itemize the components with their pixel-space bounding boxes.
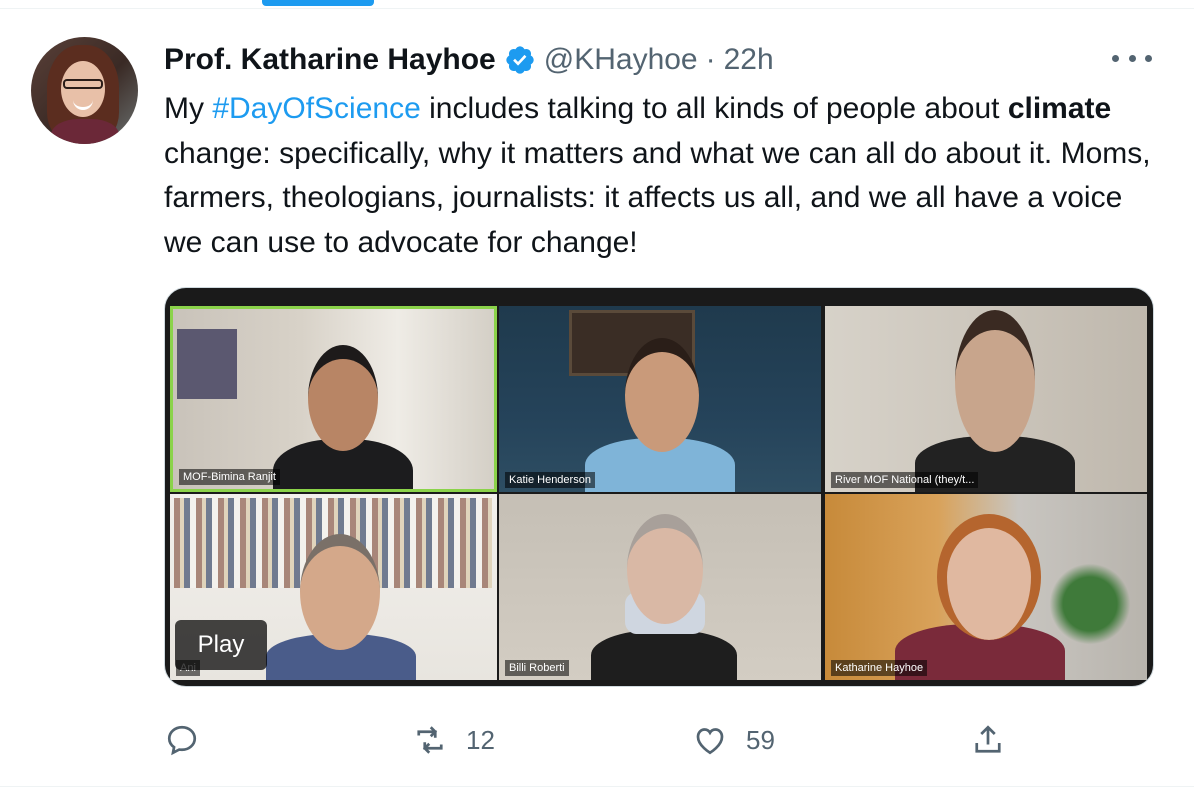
participant-head bbox=[937, 514, 1041, 640]
video-tile: Billi Roberti bbox=[499, 494, 821, 680]
more-options-icon[interactable] bbox=[1112, 44, 1152, 72]
participant-name: Katharine Hayhoe bbox=[831, 660, 928, 676]
participant-name: River MOF National (they/t... bbox=[831, 472, 979, 488]
like-icon bbox=[696, 728, 724, 755]
participant-head bbox=[625, 338, 699, 452]
participant-head bbox=[300, 534, 380, 650]
retweet-count: 12 bbox=[466, 724, 495, 755]
tweet-text-bold: climate bbox=[1007, 92, 1112, 125]
dot bbox=[1128, 54, 1136, 62]
avatar[interactable] bbox=[31, 37, 138, 144]
tweet-text: My #DayOfScience includes talking to all… bbox=[164, 87, 1164, 265]
display-name[interactable]: Prof. Katharine Hayhoe bbox=[164, 40, 496, 80]
wall-poster bbox=[177, 329, 237, 399]
active-tab-indicator bbox=[262, 0, 374, 6]
user-handle[interactable]: @KHayhoe bbox=[544, 40, 698, 80]
video-tile: Katie Henderson bbox=[499, 306, 821, 492]
tweet-timestamp[interactable]: 22h bbox=[724, 40, 774, 80]
participant-name: Billi Roberti bbox=[505, 660, 569, 676]
participant-body bbox=[591, 630, 737, 680]
tweet-text-part: My bbox=[164, 92, 213, 125]
like-button[interactable]: 59 bbox=[692, 716, 775, 764]
tweet-header: Prof. Katharine Hayhoe @KHayhoe · 22h bbox=[164, 40, 774, 80]
avatar-glasses bbox=[63, 79, 103, 89]
like-count: 59 bbox=[746, 724, 775, 755]
video-player[interactable]: MOF-Bimina Ranjit Katie Henderson River … bbox=[164, 287, 1154, 687]
retweet-icon bbox=[417, 726, 443, 754]
play-button[interactable]: Play bbox=[175, 620, 267, 670]
dot bbox=[1145, 54, 1152, 62]
plant bbox=[1045, 554, 1135, 654]
video-tile: MOF-Bimina Ranjit bbox=[170, 306, 497, 492]
participant-head bbox=[955, 310, 1035, 452]
header-separator: · bbox=[705, 43, 716, 76]
participant-name: MOF-Bimina Ranjit bbox=[179, 469, 280, 485]
tweet-actions: 12 59 bbox=[164, 716, 1024, 764]
reply-button[interactable] bbox=[164, 716, 200, 764]
dot bbox=[1112, 54, 1119, 62]
share-icon bbox=[975, 725, 1001, 753]
video-tile: Katharine Hayhoe bbox=[825, 494, 1147, 680]
participant-head bbox=[308, 345, 378, 451]
hashtag-link[interactable]: #DayOfScience bbox=[212, 92, 420, 125]
verified-badge-icon bbox=[504, 44, 536, 76]
video-tile: River MOF National (they/t... bbox=[825, 306, 1147, 492]
reply-icon bbox=[167, 725, 197, 756]
tweet-text-part: change: specifically, why it matters and… bbox=[164, 136, 1151, 259]
top-divider bbox=[0, 8, 1194, 9]
retweet-button[interactable]: 12 bbox=[412, 716, 495, 764]
participant-name: Katie Henderson bbox=[505, 472, 595, 488]
tweet-text-part: includes talking to all kinds of people … bbox=[420, 92, 1008, 125]
participant-head bbox=[627, 514, 703, 624]
bottom-divider bbox=[0, 786, 1194, 787]
share-button[interactable] bbox=[970, 716, 1006, 764]
avatar-shirt bbox=[51, 119, 119, 144]
